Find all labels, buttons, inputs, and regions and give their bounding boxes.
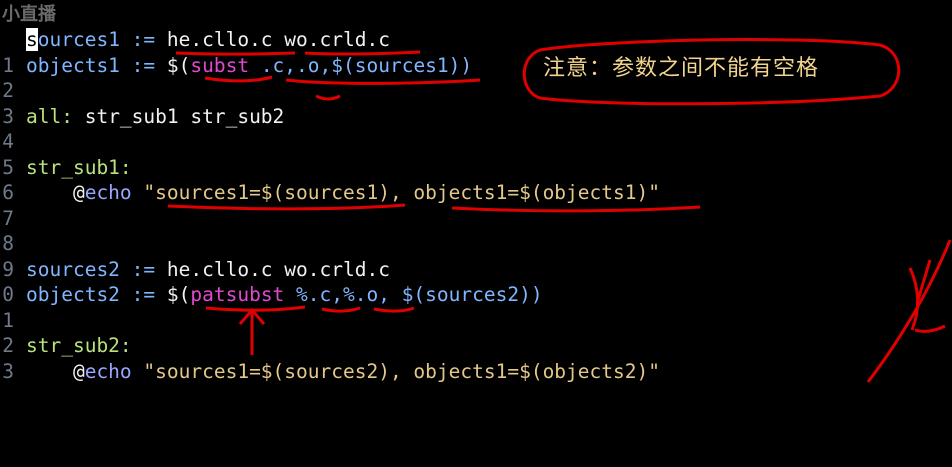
line-number: 0 [2,283,14,306]
code-token: $( [166,283,191,306]
line-number: 8 [2,232,14,255]
annotation-note: 注意：参数之间不能有空格 [543,56,820,81]
code-token: $( [166,53,191,77]
line-number: 3 [2,104,14,128]
line-number: 4 [2,130,14,153]
line-code[interactable]: objects1 := $(subst .c,.o,$(sources1)) [26,53,472,78]
line-code[interactable]: str_sub2: [26,333,132,358]
line-number: 1 [2,53,14,77]
line-code[interactable]: all: str_sub1 str_sub2 [26,104,284,129]
code-token: he.cllo.c wo.crld.c [166,28,390,51]
watermark-logo: 小直播 [2,4,56,25]
code-token: echo [84,359,132,383]
code-token: patsubst [190,283,285,306]
code-token: str_sub1: [26,155,132,179]
code-token: str_sub1 str_sub2 [72,104,285,128]
line-code[interactable]: sources2 := he.cllo.c wo.crld.c [26,257,390,282]
line-number: 5 [2,155,14,179]
code-token: s [26,28,38,51]
line-code[interactable]: @echo "sources1=$(sources1), objects1=$(… [26,180,660,205]
line-number: 2 [2,79,14,102]
code-token: subst [190,53,250,77]
code-editor[interactable]: 小直播 sources1 := he.cllo.c wo.crld.c 1 obje… [0,0,952,467]
line-number: 2 [2,334,14,357]
line-code[interactable]: @echo "sources1=$(sources2), objects1=$(… [26,359,660,384]
code-token: ources1 := [37,28,167,51]
line-code[interactable]: str_sub1: [26,155,132,180]
line-number: 3 [2,359,14,383]
code-token: @ [26,181,85,204]
code-token: all: [26,104,73,128]
line-number: 1 [2,308,14,332]
code-token: "sources1=$(sources2), objects1=$(object… [131,359,660,383]
line-number: 7 [2,206,14,230]
line-number: 9 [2,257,14,281]
code-token: objects2 := [26,283,167,306]
code-token: @ [26,359,85,383]
line-code[interactable]: sources1 := he.cllo.c wo.crld.c [26,27,390,52]
code-token: str_sub2: [26,334,132,357]
code-token: "sources1=$(sources1), objects1=$(object… [131,181,660,204]
line-number: 6 [2,181,14,204]
code-token: objects1 := [26,53,167,77]
line-code[interactable]: objects2 := $(patsubst %.c,%.o, $(source… [26,282,543,307]
code-token: echo [84,181,132,204]
code-token: .c,.o,$(sources1)) [249,53,473,77]
code-token: sources2 := [26,257,167,281]
code-token: %.c,%.o, $(sources2)) [284,283,543,306]
code-token: he.cllo.c wo.crld.c [166,257,390,281]
